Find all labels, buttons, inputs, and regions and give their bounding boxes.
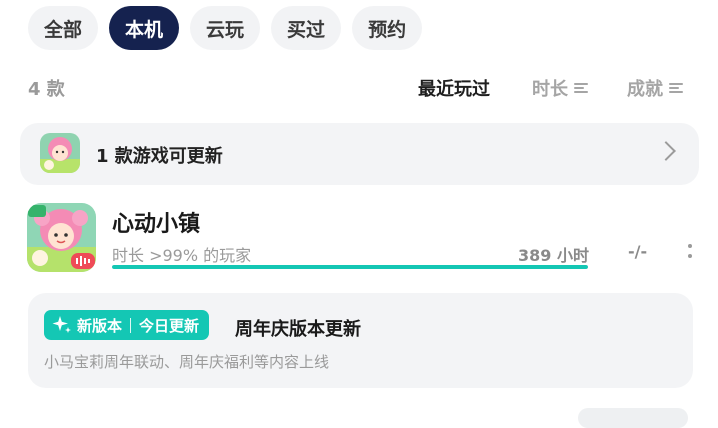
updates-text: 1 款游戏可更新 <box>96 146 223 167</box>
partial-button[interactable] <box>578 408 688 428</box>
tab-cloud[interactable]: 云玩 <box>190 6 261 50</box>
more-options-icon[interactable] <box>688 244 692 262</box>
game-icon[interactable] <box>27 203 96 272</box>
version-description: 小马宝莉周年联动、周年庆福利等内容上线 <box>44 353 330 371</box>
filter-tabs: 全部 本机 云玩 买过 预约 <box>28 6 423 50</box>
sort-achievements-button[interactable]: 成就 <box>627 75 683 101</box>
game-title[interactable]: 心动小镇 <box>112 206 200 238</box>
new-version-tag: 新版本 今日更新 <box>44 310 210 340</box>
playtime-percentile: 时长 >99% 的玩家 <box>112 246 252 265</box>
playtime-progress-bar <box>112 265 588 269</box>
achievement-progress: -/- <box>628 242 648 261</box>
tag-divider <box>130 317 132 333</box>
version-update-card[interactable]: 新版本 今日更新 周年庆版本更新 小马宝莉周年联动、周年庆福利等内容上线 <box>28 293 693 388</box>
game-count: 4 款 <box>28 79 65 100</box>
sparkle-icon <box>52 316 71 333</box>
chevron-right-icon <box>656 141 676 161</box>
version-title: 周年庆版本更新 <box>235 319 361 340</box>
tab-reserved[interactable]: 预约 <box>352 6 423 50</box>
sort-achievements-label: 成就 <box>627 79 663 100</box>
game-thumbnail <box>40 133 80 173</box>
sort-icon <box>574 81 588 95</box>
tab-local[interactable]: 本机 <box>109 6 180 50</box>
sort-duration-label: 时长 <box>532 79 568 100</box>
playtime-hours: 389 小时 <box>518 246 589 265</box>
sort-recent-label: 最近玩过 <box>418 79 490 100</box>
playtime-progress-fill <box>112 265 588 269</box>
sort-icon <box>669 81 683 95</box>
sort-duration-button[interactable]: 时长 <box>532 75 588 101</box>
sort-recent-button[interactable]: 最近玩过 <box>418 75 490 101</box>
tab-all[interactable]: 全部 <box>28 6 99 50</box>
tab-purchased[interactable]: 买过 <box>271 6 342 50</box>
updated-today-label: 今日更新 <box>139 316 200 335</box>
updates-available-banner[interactable]: 1 款游戏可更新 <box>20 123 699 185</box>
new-version-label: 新版本 <box>77 316 123 335</box>
